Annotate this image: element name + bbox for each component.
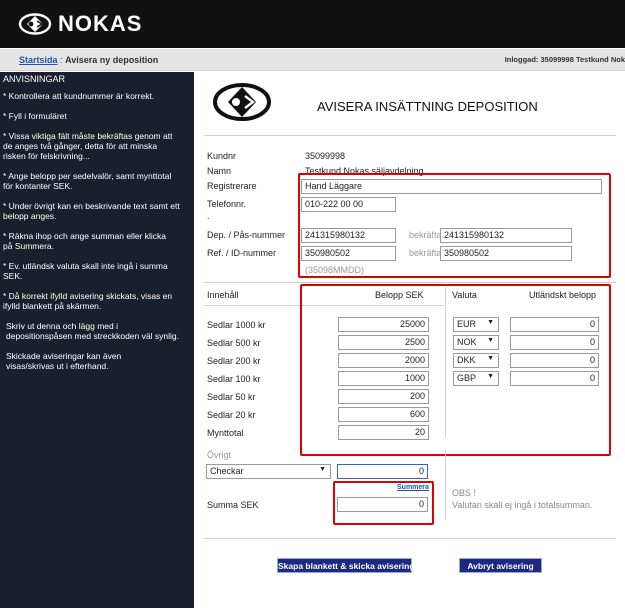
divider <box>204 538 616 539</box>
namn-label: Namn <box>207 166 232 176</box>
ref-confirm-label: bekräfta <box>409 248 442 258</box>
cancel-button[interactable]: Avbryt avisering <box>459 558 542 573</box>
top-header: NOKAS <box>0 0 625 48</box>
ovrigt-amount-input[interactable]: 0 <box>337 464 428 479</box>
deposit-form: AVISERA INSÄTTNING DEPOSITION Kundnr 350… <box>202 72 625 608</box>
sedlar-20-input[interactable]: 600 <box>338 407 429 422</box>
instruction-item: Skriv ut denna och lägg med i deposition… <box>6 321 179 341</box>
sedlar-200-input[interactable]: 2000 <box>338 353 429 368</box>
ovrigt-select-value: Checkar <box>210 466 244 476</box>
divider <box>204 305 444 306</box>
currency-select-1[interactable]: EUR ▼ <box>453 317 499 332</box>
spacer-dot: . <box>207 211 210 221</box>
currency-code: NOK <box>457 337 477 347</box>
nokas-emblem-icon <box>18 13 52 35</box>
namn-value: Testkund Nokas säljavdelning <box>305 166 424 176</box>
sedlar-500-input[interactable]: 2500 <box>338 335 429 350</box>
dropdown-arrow-icon: ▼ <box>487 319 494 326</box>
instruction-item: * Ev. utländsk valuta skall inte ingå i … <box>3 261 168 281</box>
form-title: AVISERA INSÄTTNING DEPOSITION <box>317 99 538 114</box>
dep-label: Dep. / Pås-nummer <box>207 230 286 240</box>
sedlar-1000-label: Sedlar 1000 kr <box>207 320 266 330</box>
dropdown-arrow-icon: ▼ <box>319 466 326 473</box>
telefon-input[interactable]: 010-222 00 00 <box>301 197 396 212</box>
sedlar-100-input[interactable]: 1000 <box>338 371 429 386</box>
sidebar-title: ANVISNINGAR <box>3 74 66 84</box>
instruction-item: * Under övrigt kan en beskrivande text s… <box>3 201 180 221</box>
kundnr-value: 35099998 <box>305 151 346 161</box>
summera-link[interactable]: Summera <box>397 484 429 491</box>
registrerare-label: Registrerare <box>207 181 257 191</box>
instruction-item: * Ange belopp per sedelvalör, samt myntt… <box>3 171 172 191</box>
sedlar-200-label: Sedlar 200 kr <box>207 356 261 366</box>
currency-select-2[interactable]: NOK ▼ <box>453 335 499 350</box>
brand-name: NOKAS <box>58 11 143 36</box>
sedlar-500-label: Sedlar 500 kr <box>207 338 261 348</box>
currency-select-3[interactable]: DKK ▼ <box>453 353 499 368</box>
sedlar-100-label: Sedlar 100 kr <box>207 374 261 384</box>
ref-confirm-input[interactable]: 350980502 <box>440 246 572 261</box>
col-belopp-sek: Belopp SEK <box>375 290 424 300</box>
dep-confirm-label: bekräfta <box>409 230 442 240</box>
instruction-item: * Vissa viktiga fält måste bekräftas gen… <box>3 131 173 161</box>
breadcrumb-bar: Startsida : Avisera ny deposition Inlogg… <box>0 49 625 71</box>
currency-select-4[interactable]: GBP ▼ <box>453 371 499 386</box>
mynttotal-label: Mynttotal <box>207 428 244 438</box>
breadcrumb-home-link[interactable]: Startsida <box>19 55 58 65</box>
sedlar-20-label: Sedlar 20 kr <box>207 410 256 420</box>
instruction-item: * Fyll i formuläret <box>3 111 67 121</box>
instruction-item: * Kontrollera att kundnummer är korrekt. <box>3 91 155 101</box>
instructions-sidebar: ANVISNINGAR * Kontrollera att kundnummer… <box>0 72 194 608</box>
nokas-emblem-icon <box>213 83 271 121</box>
col-utlandskt-belopp: Utländskt belopp <box>529 290 597 300</box>
breadcrumb-separator: : <box>60 55 63 65</box>
foreign-amount-input-2[interactable]: 0 <box>510 335 599 350</box>
ovrigt-label: Övrigt <box>207 450 232 460</box>
dropdown-arrow-icon: ▼ <box>487 337 494 344</box>
ref-input[interactable]: 350980502 <box>301 246 396 261</box>
divider <box>204 282 616 283</box>
instruction-item: Skickade aviseringar kan även visas/skri… <box>6 351 122 371</box>
mynttotal-input[interactable]: 20 <box>338 425 429 440</box>
column-separator <box>445 287 446 437</box>
obs-title: OBS ! <box>452 488 477 498</box>
col-innehall: Innehåll <box>207 290 239 300</box>
divider <box>204 135 616 136</box>
summa-sek-label: Summa SEK <box>207 500 259 510</box>
submit-button[interactable]: Skapa blankett & skicka avisering <box>277 558 415 573</box>
instruction-item: * Då korrekt ifylld avisering skickats, … <box>3 291 173 311</box>
dropdown-arrow-icon: ▼ <box>487 355 494 362</box>
kundnr-label: Kundnr <box>207 151 237 161</box>
breadcrumb: Startsida : Avisera ny deposition <box>19 55 158 65</box>
sedlar-50-input[interactable]: 200 <box>338 389 429 404</box>
currency-code: EUR <box>457 319 477 329</box>
sedlar-1000-input[interactable]: 25000 <box>338 317 429 332</box>
obs-text: Valutan skall ej ingå i totalsumman. <box>452 500 593 510</box>
ref-label: Ref. / ID-nummer <box>207 248 277 258</box>
currency-code: GBP <box>457 373 477 383</box>
column-separator <box>445 450 446 520</box>
telefon-label: Telefonnr. <box>207 199 247 209</box>
ovrigt-select[interactable]: Checkar ▼ <box>206 464 331 479</box>
sedlar-50-label: Sedlar 50 kr <box>207 392 256 402</box>
currency-code: DKK <box>457 355 476 365</box>
instruction-item: * Räkna ihop och ange summan eller klick… <box>3 231 167 251</box>
ref-format-hint: (35098MMDD) <box>305 265 365 275</box>
foreign-amount-input-4[interactable]: 0 <box>510 371 599 386</box>
summa-sek-input[interactable]: 0 <box>337 497 428 512</box>
col-valuta: Valuta <box>452 290 477 300</box>
dep-confirm-input[interactable]: 241315980132 <box>440 228 572 243</box>
foreign-amount-input-1[interactable]: 0 <box>510 317 599 332</box>
dep-input[interactable]: 241315980132 <box>301 228 396 243</box>
registrerare-input[interactable]: Hand Läggare <box>301 179 602 194</box>
login-status: Inloggad: 35099998 Testkund Nok <box>504 55 625 64</box>
breadcrumb-current: Avisera ny deposition <box>65 55 159 65</box>
foreign-amount-input-3[interactable]: 0 <box>510 353 599 368</box>
dropdown-arrow-icon: ▼ <box>487 373 494 380</box>
nokas-logo[interactable]: NOKAS <box>18 11 142 37</box>
